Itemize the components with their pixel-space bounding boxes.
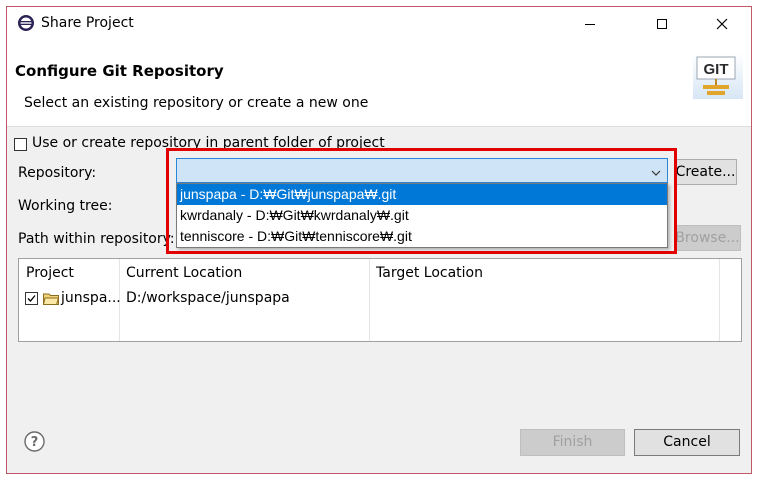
help-icon[interactable]: ? — [24, 431, 45, 456]
page-description: Select an existing repository or create … — [24, 95, 369, 111]
project-table: Project Current Location Target Location… — [18, 258, 742, 342]
checkmark-icon — [27, 295, 36, 302]
working-tree-label: Working tree: — [18, 198, 113, 214]
page-title: Configure Git Repository — [15, 62, 224, 80]
column-header-current-location[interactable]: Current Location — [126, 265, 242, 281]
column-separator — [719, 259, 720, 341]
close-button[interactable] — [699, 7, 745, 40]
maximize-button[interactable] — [639, 7, 685, 40]
column-header-target-location[interactable]: Target Location — [376, 265, 483, 281]
git-logo-icon: GIT — [693, 53, 743, 103]
minimize-button[interactable] — [567, 7, 613, 40]
column-separator — [369, 259, 370, 341]
maximize-icon — [657, 18, 667, 29]
svg-text:?: ? — [31, 435, 39, 450]
eclipse-icon — [17, 14, 35, 32]
minimize-icon — [585, 23, 595, 25]
create-button[interactable]: Create... — [674, 159, 737, 185]
git-logo-text: GIT — [704, 61, 729, 78]
cancel-button[interactable]: Cancel — [634, 429, 740, 456]
project-cell: junspa... — [61, 290, 121, 306]
finish-button[interactable]: Finish — [520, 429, 625, 456]
project-folder-icon — [42, 292, 60, 309]
repository-label: Repository: — [18, 165, 97, 181]
close-icon — [716, 18, 728, 29]
highlight-annotation — [166, 148, 677, 254]
title-bar: Share Project — [7, 7, 751, 40]
browse-button[interactable]: Browse... — [674, 225, 741, 251]
share-project-dialog: Share Project Configure Git Repository S… — [6, 6, 752, 474]
wizard-banner: Configure Git Repository Select an exist… — [7, 40, 751, 127]
current-location-cell: D:/workspace/junspapa — [126, 290, 290, 306]
project-row-checkbox[interactable] — [25, 292, 38, 305]
column-header-project[interactable]: Project — [26, 265, 74, 281]
parent-folder-checkbox[interactable] — [14, 138, 27, 151]
window-title: Share Project — [41, 15, 134, 31]
path-within-repository-label: Path within repository: — [18, 231, 175, 247]
